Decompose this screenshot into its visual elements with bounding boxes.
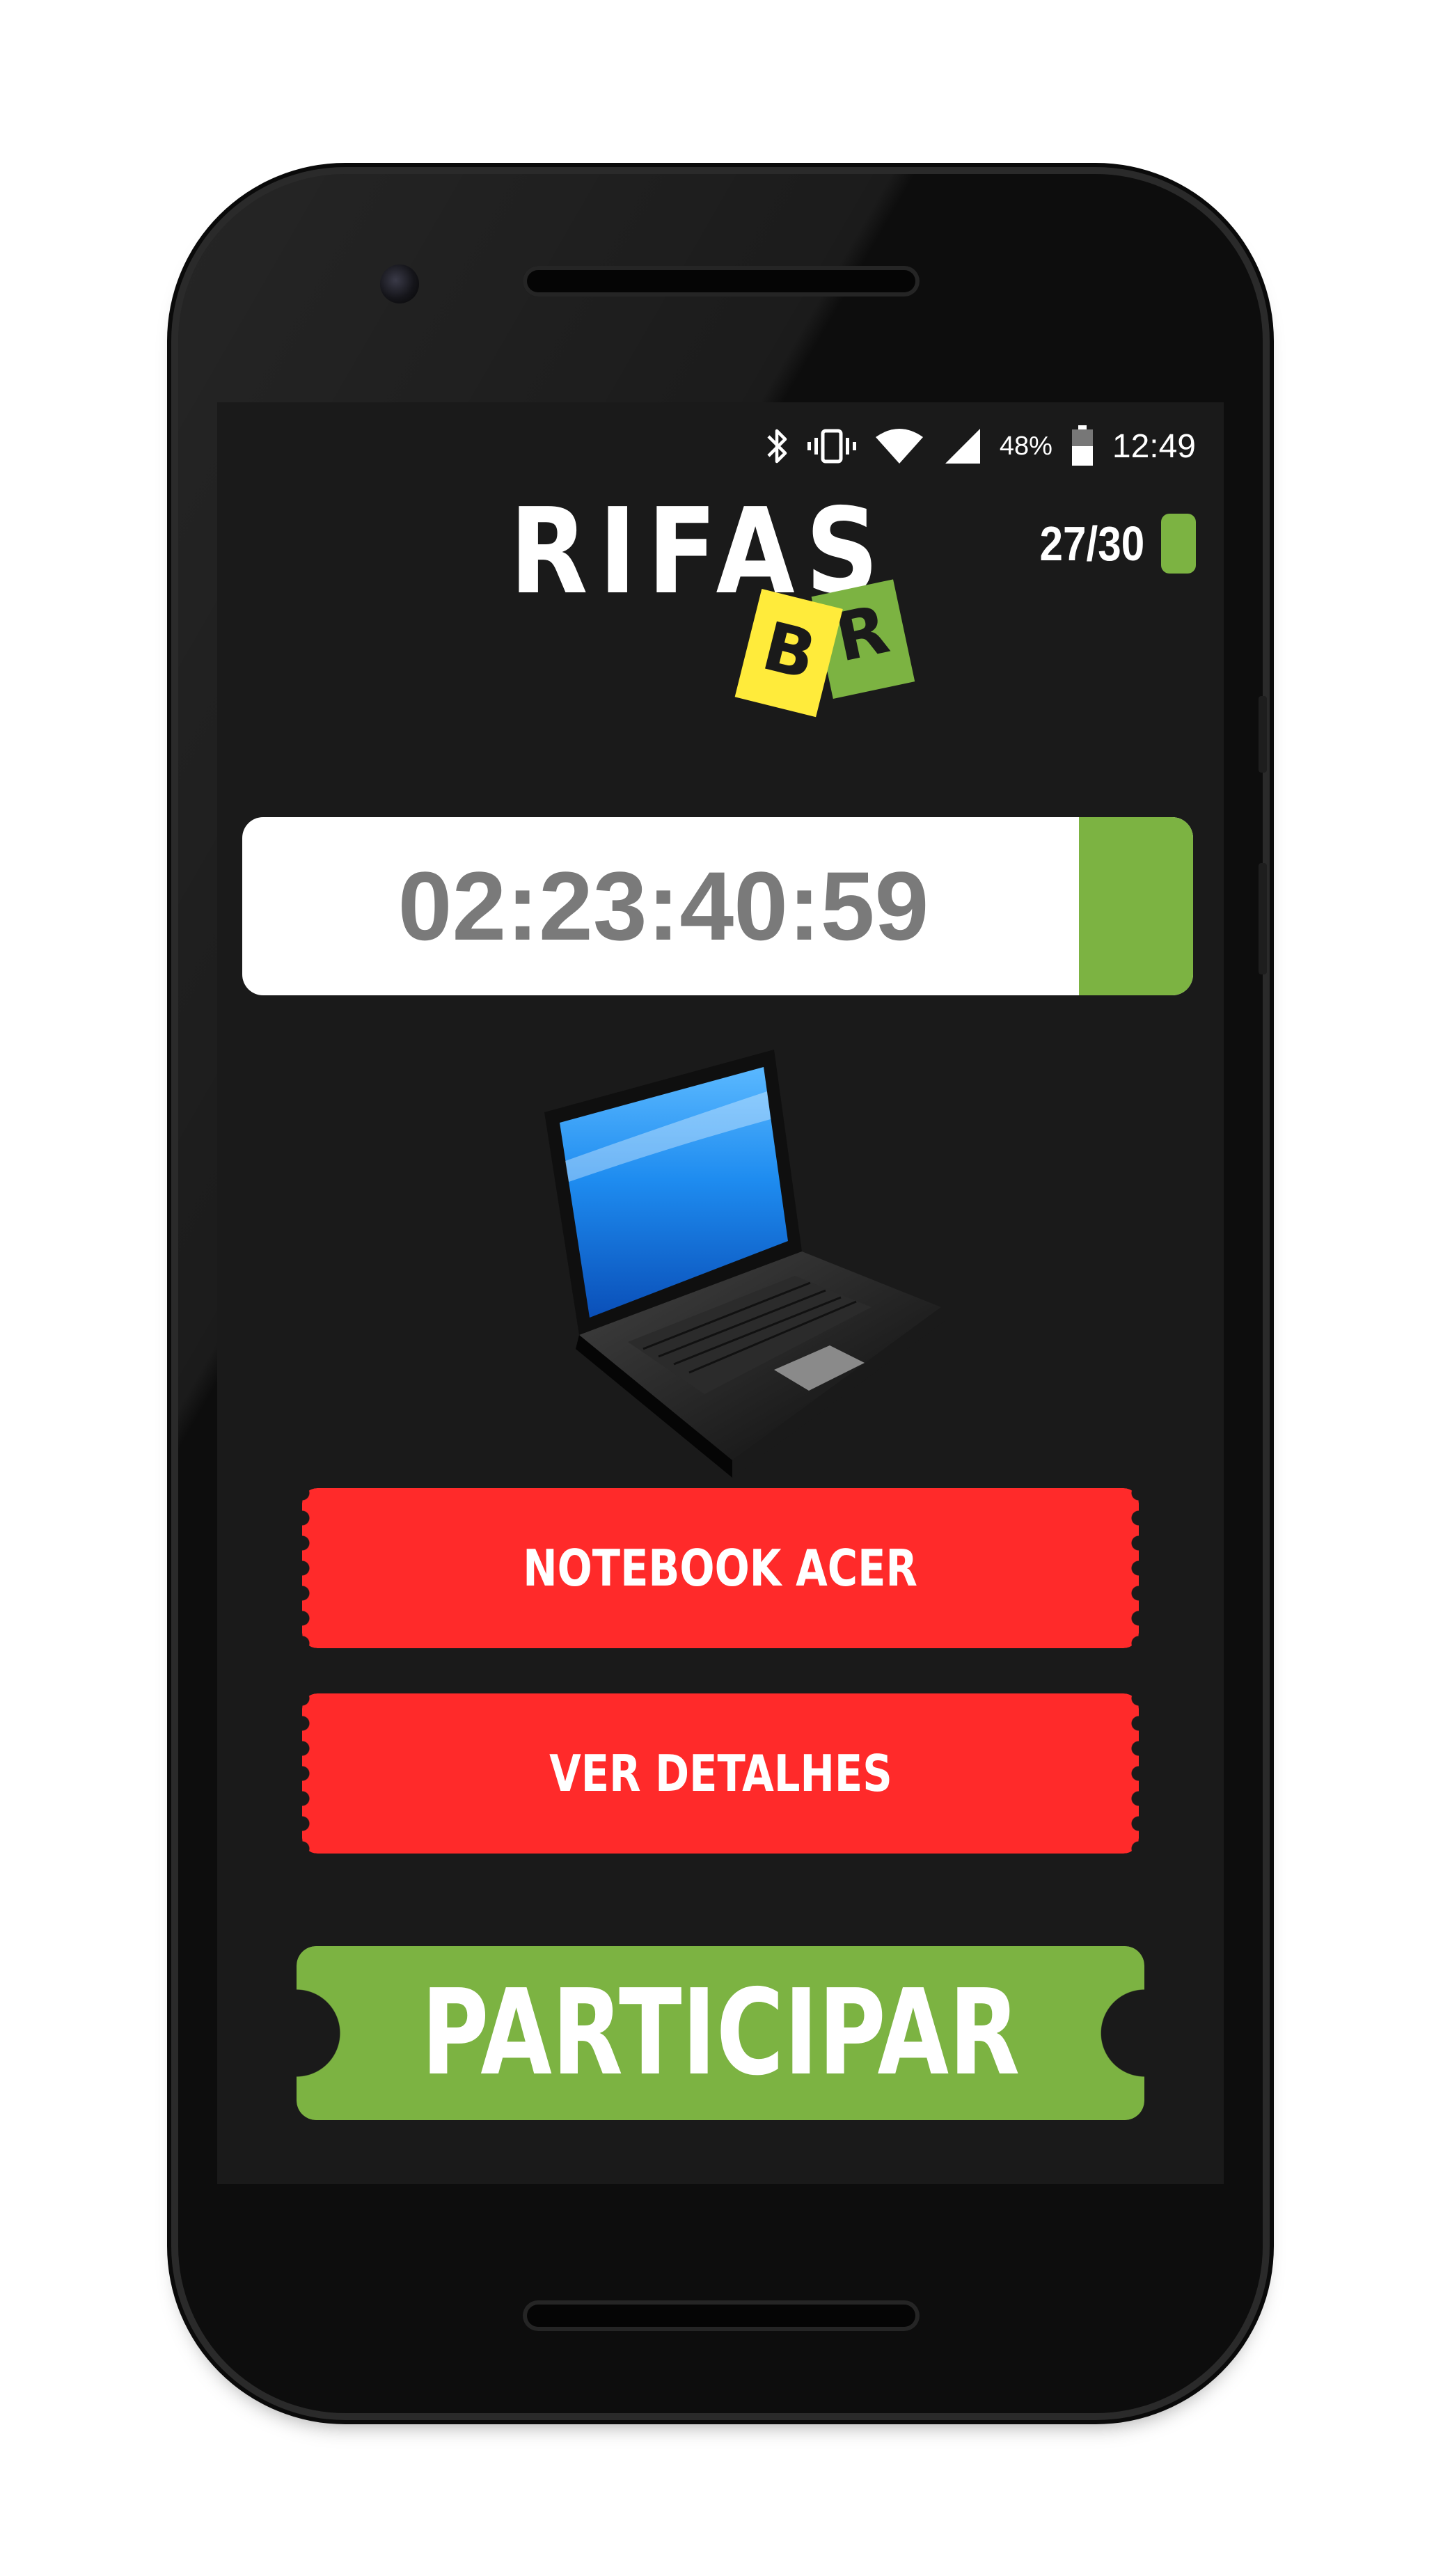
product-name-button[interactable]: NOTEBOOK ACER <box>302 1488 1139 1648</box>
laptop-icon <box>544 1050 945 1478</box>
timer-progress-fill <box>1079 817 1193 995</box>
counter-text: 27/30 <box>1039 516 1144 571</box>
top-speaker <box>523 266 920 297</box>
wifi-icon <box>875 429 923 464</box>
view-details-label: VER DETALHES <box>549 1744 892 1803</box>
bluetooth-icon <box>767 429 787 464</box>
countdown-timer: 02:23:40:59 <box>242 817 1193 995</box>
clock: 12:49 <box>1112 427 1196 465</box>
raffle-counter: 27/30 <box>1023 514 1196 574</box>
battery-icon <box>1071 425 1093 466</box>
volume-button <box>1259 863 1267 974</box>
timer-value: 02:23:40:59 <box>397 851 929 961</box>
side-button <box>1259 696 1267 773</box>
status-bar: 48% 12:49 <box>764 422 1196 471</box>
product-name-label: NOTEBOOK ACER <box>523 1539 918 1597</box>
participate-label: PARTICIPAR <box>421 1964 1020 2102</box>
view-details-button[interactable]: VER DETALHES <box>302 1693 1139 1854</box>
logo-tickets-icon: R B <box>734 579 915 718</box>
participate-button[interactable]: PARTICIPAR <box>297 1946 1144 2120</box>
vibrate-icon <box>807 429 856 464</box>
battery-indicator-icon <box>1161 514 1196 574</box>
bottom-speaker <box>523 2300 920 2331</box>
app-screen: 48% 12:49 RIFAS R B 27/30 02:23:40:59 NO… <box>217 402 1224 2184</box>
battery-percent: 48% <box>999 431 1052 461</box>
signal-icon <box>945 429 980 464</box>
front-camera <box>380 264 419 303</box>
